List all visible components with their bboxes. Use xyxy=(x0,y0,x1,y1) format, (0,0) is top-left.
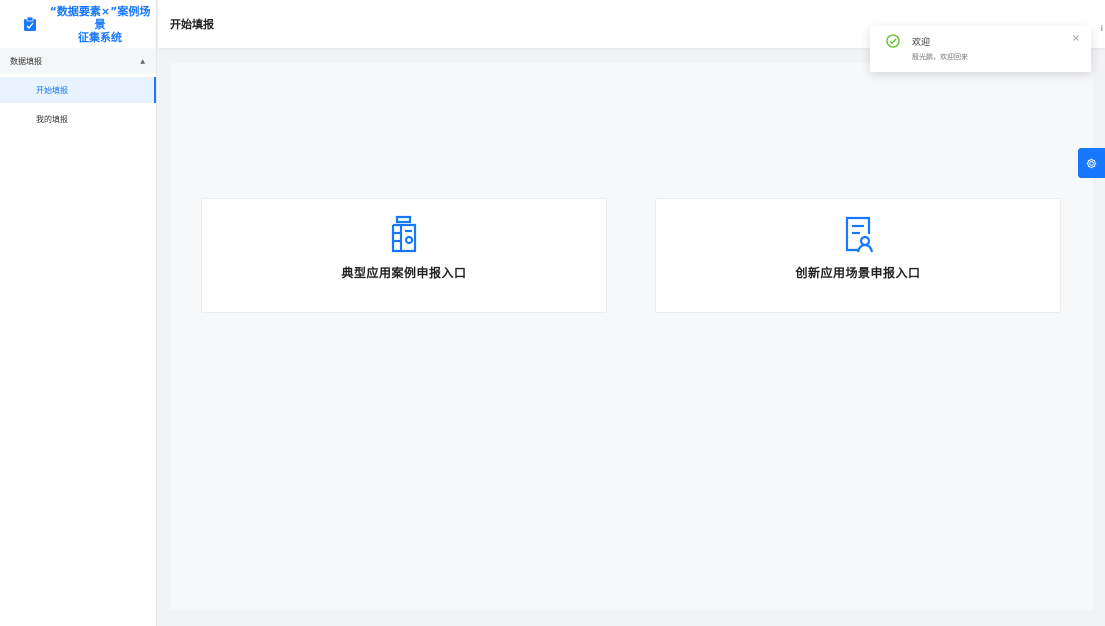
innovative-scenario-entry-label: 创新应用场景申报入口 xyxy=(795,266,921,280)
brand: “数据要素×”案例场景 征集系统 xyxy=(0,0,156,48)
sidebar-item-my-entries[interactable]: 我的填报 xyxy=(0,106,156,132)
gear-icon xyxy=(1086,158,1097,168)
app-logo-icon xyxy=(24,16,36,31)
main-panel: 典型应用案例申报入口 创新应用场景申报入口 xyxy=(170,63,1093,610)
page-title: 开始填报 xyxy=(170,18,214,31)
app-title-line2: 征集系统 xyxy=(78,30,122,44)
close-icon[interactable]: × xyxy=(1072,33,1080,44)
typical-case-entry-label: 典型应用案例申报入口 xyxy=(341,266,467,280)
app-title-line1: “数据要素×”案例场景 xyxy=(49,4,151,31)
sidebar-group-label: 数据填报 xyxy=(10,56,42,66)
sidebar-item-label: 开始填报 xyxy=(36,85,68,95)
sidebar-item-label: 我的填报 xyxy=(36,114,68,124)
welcome-notification: 欢迎 殷光鹏，欢迎回来 × xyxy=(870,26,1091,72)
typical-case-entry-card[interactable]: 典型应用案例申报入口 xyxy=(201,198,607,313)
innovative-scenario-entry-card[interactable]: 创新应用场景申报入口 xyxy=(655,198,1061,313)
header-edge-text: i xyxy=(1100,24,1103,33)
settings-button[interactable] xyxy=(1078,148,1105,178)
sidebar-item-start-entry[interactable]: 开始填报 xyxy=(0,77,156,103)
check-circle-icon xyxy=(886,34,900,48)
document-user-icon xyxy=(845,216,874,253)
notification-title: 欢迎 xyxy=(912,38,931,48)
clipboard-icon xyxy=(391,215,417,253)
sidebar: “数据要素×”案例场景 征集系统 数据填报 ▲ 开始填报 我的填报 xyxy=(0,0,157,626)
notification-message: 殷光鹏，欢迎回来 xyxy=(912,53,968,61)
chevron-up-icon: ▲ xyxy=(140,57,145,65)
sidebar-group-data-entry[interactable]: 数据填报 ▲ xyxy=(0,48,156,74)
app-title: “数据要素×”案例场景 征集系统 xyxy=(48,5,152,44)
